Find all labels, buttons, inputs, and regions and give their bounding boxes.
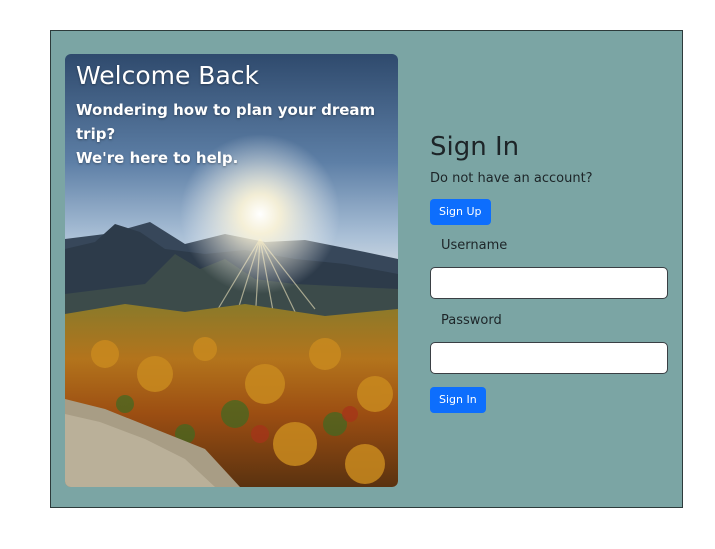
hero-subtitle-line-2: We're here to help. xyxy=(76,149,239,167)
no-account-text: Do not have an account? xyxy=(430,171,593,186)
password-input[interactable] xyxy=(430,342,668,374)
sign-up-button[interactable]: Sign Up xyxy=(430,199,491,225)
hero-subtitle-line-1: Wondering how to plan your dream trip? xyxy=(76,101,376,143)
username-input[interactable] xyxy=(430,267,668,299)
sign-in-button[interactable]: Sign In xyxy=(430,387,486,413)
hero-subtitle: Wondering how to plan your dream trip? W… xyxy=(76,98,392,170)
hero-image: Welcome Back Wondering how to plan your … xyxy=(65,54,398,487)
login-panel: Welcome Back Wondering how to plan your … xyxy=(50,30,683,508)
sign-in-title: Sign In xyxy=(430,132,520,162)
hero-title: Welcome Back xyxy=(76,61,259,90)
password-label: Password xyxy=(441,313,502,328)
username-label: Username xyxy=(441,238,508,253)
sign-in-form: Sign In Do not have an account? Sign Up … xyxy=(430,129,670,413)
